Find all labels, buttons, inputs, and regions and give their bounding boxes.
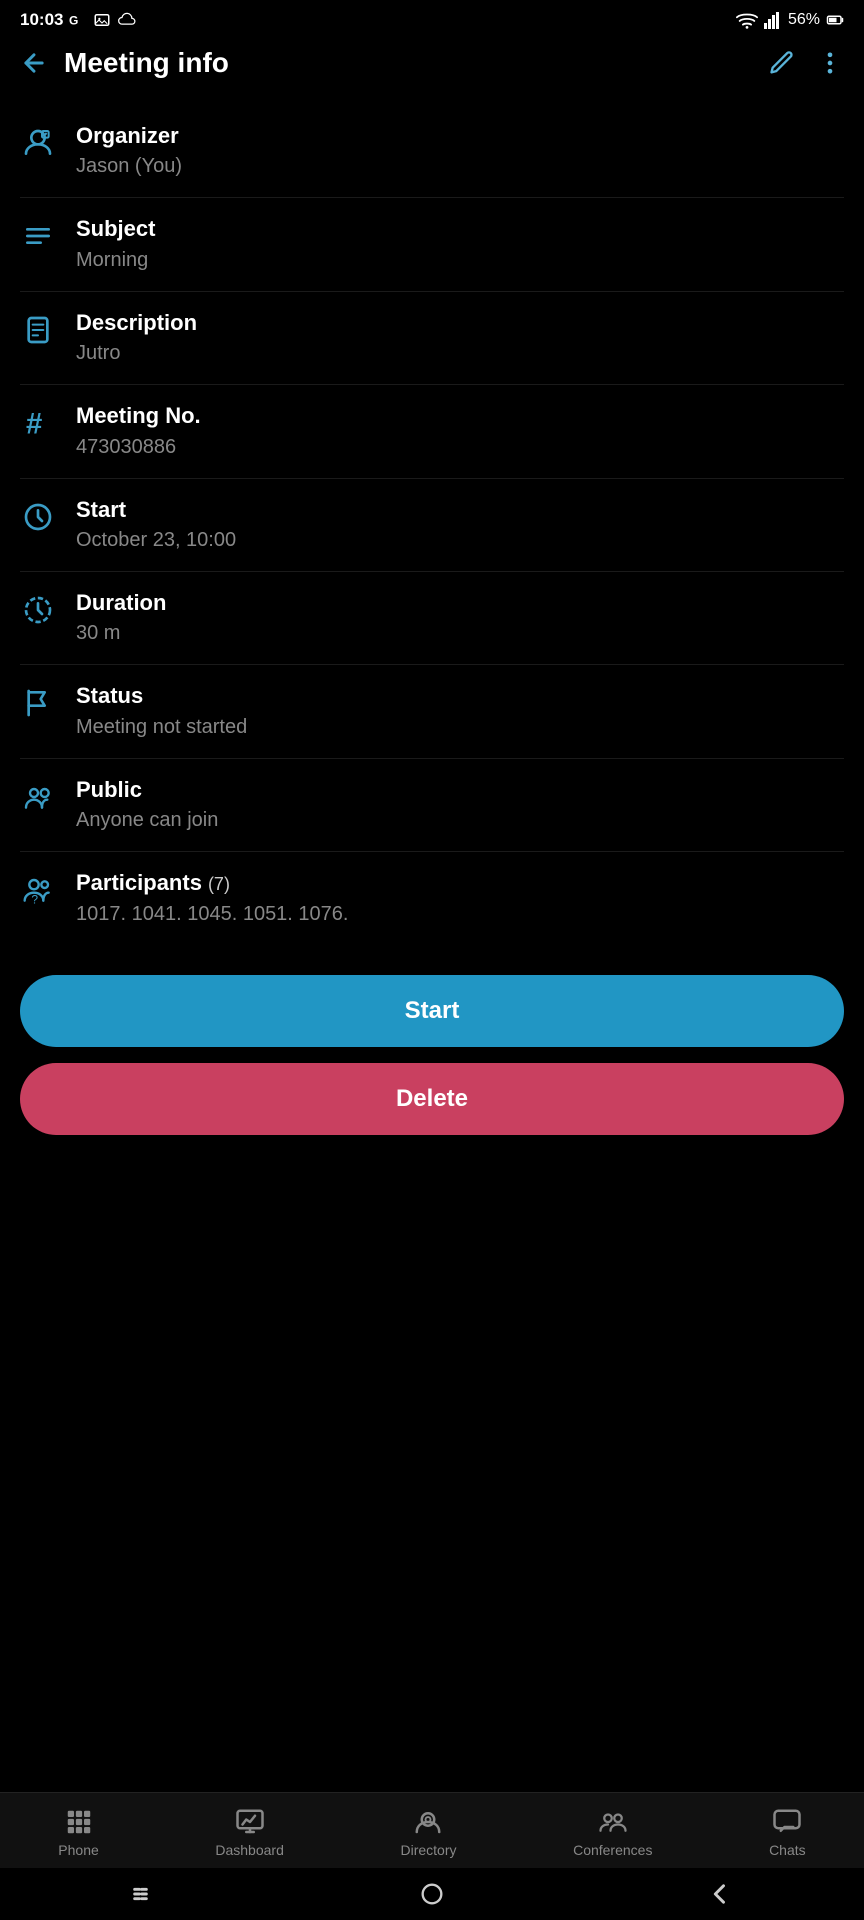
nav-directory-label: Directory bbox=[400, 1842, 456, 1858]
cloud-icon bbox=[117, 11, 137, 29]
nav-phone[interactable]: Phone bbox=[58, 1807, 98, 1858]
start-row: Start October 23, 10:00 bbox=[20, 479, 844, 572]
wifi-icon bbox=[736, 11, 758, 29]
subject-label: Subject bbox=[76, 216, 844, 242]
participants-value: 1017. 1041. 1045. 1051. 1076. bbox=[76, 901, 844, 927]
participants-count: (7) bbox=[208, 874, 230, 895]
start-text: Start October 23, 10:00 bbox=[76, 497, 844, 553]
chats-icon bbox=[772, 1807, 802, 1837]
nav-directory[interactable]: Directory bbox=[400, 1807, 456, 1858]
meeting-info-content: Organizer Jason (You) Subject Morning bbox=[0, 95, 864, 955]
description-value: Jutro bbox=[76, 340, 844, 366]
top-bar-left: Meeting info bbox=[20, 47, 229, 79]
menu-icon bbox=[130, 1880, 158, 1908]
participants-label-wrap: Participants (7) bbox=[76, 870, 844, 896]
system-nav bbox=[0, 1868, 864, 1920]
svg-text:G: G bbox=[69, 14, 78, 28]
photo-icon bbox=[93, 11, 111, 29]
organizer-value: Jason (You) bbox=[76, 153, 844, 179]
edit-button[interactable] bbox=[768, 49, 796, 77]
status-label: Status bbox=[76, 683, 844, 709]
sys-back-button[interactable] bbox=[706, 1880, 734, 1908]
nav-chats-label: Chats bbox=[769, 1842, 806, 1858]
bottom-nav: Phone Dashboard Directory Conferences bbox=[0, 1792, 864, 1868]
status-value: Meeting not started bbox=[76, 714, 844, 740]
participants-label: Participants bbox=[76, 870, 202, 896]
svg-text:?: ? bbox=[31, 892, 38, 906]
phone-icon bbox=[64, 1807, 94, 1837]
duration-icon bbox=[20, 592, 56, 628]
nav-conferences-label: Conferences bbox=[573, 1842, 652, 1858]
g-icon: G bbox=[69, 11, 87, 29]
clock-icon bbox=[20, 499, 56, 535]
start-value: October 23, 10:00 bbox=[76, 527, 844, 553]
flag-icon bbox=[20, 685, 56, 721]
status-left: 10:03 G bbox=[20, 10, 137, 30]
subject-value: Morning bbox=[76, 247, 844, 273]
nav-phone-label: Phone bbox=[58, 1842, 98, 1858]
participants-row: ? Participants (7) 1017. 1041. 1045. 105… bbox=[20, 852, 844, 944]
organizer-icon bbox=[20, 125, 56, 161]
edit-pencil-icon bbox=[768, 49, 796, 77]
subject-icon bbox=[20, 218, 56, 254]
description-label: Description bbox=[76, 310, 844, 336]
battery-icon bbox=[826, 11, 844, 29]
status-right: 56% bbox=[736, 11, 844, 29]
svg-text:#: # bbox=[26, 408, 42, 439]
home-icon bbox=[418, 1880, 446, 1908]
more-button[interactable] bbox=[816, 49, 844, 77]
start-button[interactable]: Start bbox=[20, 975, 844, 1047]
dashboard-icon bbox=[235, 1807, 265, 1837]
status-bar: 10:03 G 56% bbox=[0, 0, 864, 35]
conferences-icon bbox=[598, 1807, 628, 1837]
public-icon bbox=[20, 779, 56, 815]
description-row: Description Jutro bbox=[20, 292, 844, 385]
subject-text: Subject Morning bbox=[76, 216, 844, 272]
organizer-text: Organizer Jason (You) bbox=[76, 123, 844, 179]
public-row: Public Anyone can join bbox=[20, 759, 844, 852]
sys-home-button[interactable] bbox=[418, 1880, 446, 1908]
public-text: Public Anyone can join bbox=[76, 777, 844, 833]
more-vertical-icon bbox=[816, 49, 844, 77]
nav-dashboard[interactable]: Dashboard bbox=[215, 1807, 284, 1858]
delete-button[interactable]: Delete bbox=[20, 1063, 844, 1135]
status-time: 10:03 bbox=[20, 10, 63, 30]
organizer-row: Organizer Jason (You) bbox=[20, 105, 844, 198]
nav-chats[interactable]: Chats bbox=[769, 1807, 806, 1858]
duration-value: 30 m bbox=[76, 620, 844, 646]
duration-row: Duration 30 m bbox=[20, 572, 844, 665]
action-buttons: Start Delete bbox=[0, 955, 864, 1145]
back-icon bbox=[706, 1880, 734, 1908]
sys-menu-button[interactable] bbox=[130, 1880, 158, 1908]
nav-conferences[interactable]: Conferences bbox=[573, 1807, 652, 1858]
directory-icon bbox=[413, 1807, 443, 1837]
description-text: Description Jutro bbox=[76, 310, 844, 366]
meeting-number-icon: # bbox=[20, 405, 56, 441]
battery-text: 56% bbox=[788, 11, 820, 29]
public-label: Public bbox=[76, 777, 844, 803]
subject-row: Subject Morning bbox=[20, 198, 844, 291]
duration-label: Duration bbox=[76, 590, 844, 616]
organizer-label: Organizer bbox=[76, 123, 844, 149]
description-icon bbox=[20, 312, 56, 348]
signal-icon bbox=[764, 11, 782, 29]
meeting-no-row: # Meeting No. 473030886 bbox=[20, 385, 844, 478]
participants-icon: ? bbox=[20, 872, 56, 908]
meeting-no-text: Meeting No. 473030886 bbox=[76, 403, 844, 459]
page-title: Meeting info bbox=[64, 47, 229, 79]
participants-text: Participants (7) 1017. 1041. 1045. 1051.… bbox=[76, 870, 844, 926]
top-bar-actions bbox=[768, 49, 844, 77]
nav-dashboard-label: Dashboard bbox=[215, 1842, 284, 1858]
arrow-left-icon bbox=[20, 49, 48, 77]
meeting-no-value: 473030886 bbox=[76, 434, 844, 460]
public-value: Anyone can join bbox=[76, 807, 844, 833]
duration-text: Duration 30 m bbox=[76, 590, 844, 646]
status-text: Status Meeting not started bbox=[76, 683, 844, 739]
top-bar: Meeting info bbox=[0, 35, 864, 95]
status-row: Status Meeting not started bbox=[20, 665, 844, 758]
meeting-no-label: Meeting No. bbox=[76, 403, 844, 429]
start-label: Start bbox=[76, 497, 844, 523]
back-button[interactable] bbox=[20, 49, 48, 77]
